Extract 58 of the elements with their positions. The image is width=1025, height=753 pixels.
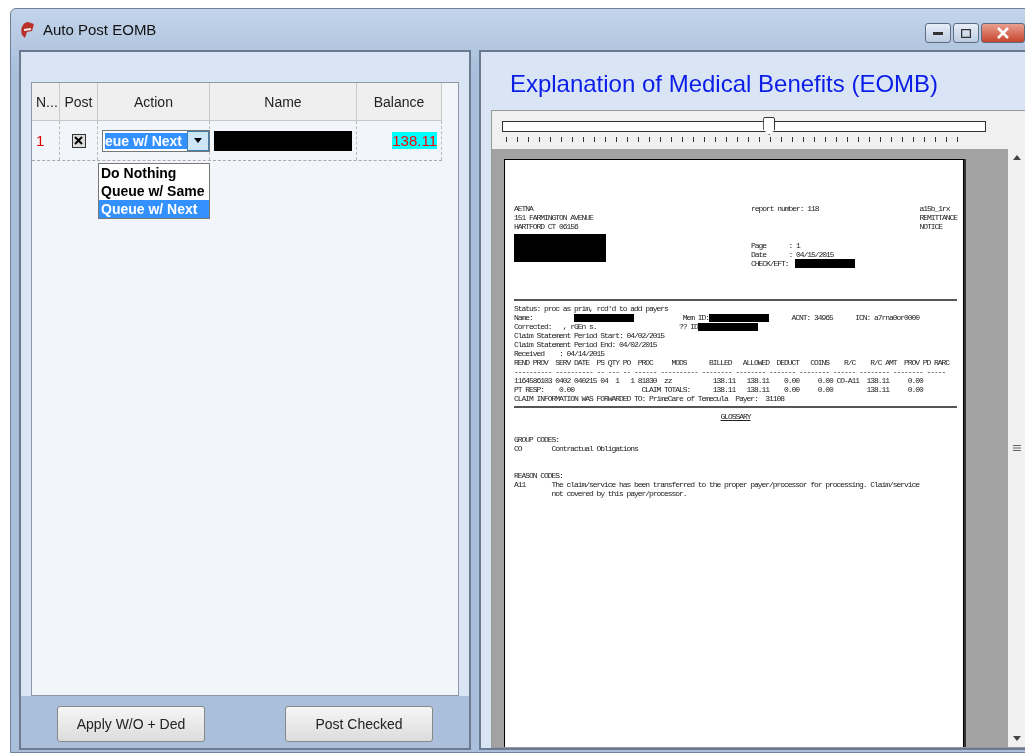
claim-text: CLAIM INFORMATION WAS FORWARDED TO: PrimeCare of Temecula Payer: 31108 xyxy=(514,394,785,403)
report-number: report number: 118 xyxy=(751,204,820,213)
glossary-text: CO Contractual Obligations xyxy=(514,444,639,453)
app-logo-icon xyxy=(19,20,35,39)
column-header[interactable]: Name xyxy=(210,83,357,121)
glossary-heading: GROUP CODES: xyxy=(514,435,560,444)
window-title: Auto Post EOMB xyxy=(43,21,157,38)
maximize-icon xyxy=(961,28,971,38)
close-button[interactable] xyxy=(981,23,1025,43)
minimize-icon xyxy=(933,31,943,35)
scroll-up-icon[interactable] xyxy=(1013,155,1021,160)
claim-text: Status: proc as prim, rcd'd to add payers xyxy=(514,304,668,313)
glossary-title: GLOSSARY xyxy=(719,412,752,421)
claim-text: Claim Statement Period End: 04/02/2015 xyxy=(514,340,657,349)
claim-text: Mem ID: xyxy=(681,313,710,322)
claim-text: REND PROV SERV DATE PS QTY PO PROC MODS BILLED ALLOWED DEDUCT COINS R/C R/C AMT PROV PD RARC xyxy=(514,358,950,367)
claim-text: ACNT: 34965 ICN: a7rna0or0000 xyxy=(790,313,920,322)
page-info: CHECK/EFT: xyxy=(751,259,789,268)
claim-text: Corrected: , rGEn s. ?? ID xyxy=(514,322,698,331)
glossary-heading: REASON CODES: xyxy=(514,471,564,480)
action-button[interactable]: Apply W/O + Ded xyxy=(57,706,205,742)
zoom-slider[interactable] xyxy=(502,115,986,135)
page-info: Page : 1 xyxy=(751,241,800,250)
claim-text: ---------- ---------- -- --- -- ------ ---------- -------- -------- ------- -------- ------ -------- -------- ----- xyxy=(514,367,946,376)
row-number: 1 xyxy=(36,132,45,149)
caret-icon xyxy=(194,138,202,143)
glossary-text: not covered by this payer/processor. xyxy=(550,489,688,498)
redaction-bar xyxy=(709,313,770,322)
column-header[interactable]: Action xyxy=(98,83,210,121)
scroll-down-icon[interactable] xyxy=(1013,736,1021,741)
notice-label: a15b_1rx xyxy=(919,204,951,213)
claim-text: PT RESP: 0.00 CLAIM TOTALS: 138.11 138.11 0.00 0.00 138.11 0.00 xyxy=(514,385,923,394)
column-header[interactable]: N... xyxy=(32,83,60,121)
claim-text: Received : 04/14/2015 xyxy=(514,349,605,358)
redaction-bar xyxy=(574,313,634,322)
close-icon xyxy=(997,27,1009,39)
scroll-grip-icon xyxy=(1013,445,1021,451)
notice-label: NOTICE xyxy=(919,222,944,231)
claim-text: Name: xyxy=(514,313,534,322)
viewer-title: Explanation of Medical Benefits (EOMB) xyxy=(508,69,940,99)
column-header[interactable]: Post xyxy=(60,83,98,121)
payer-address: 151 FARMINGTON AVENUE xyxy=(514,213,595,222)
column-header[interactable]: Balance xyxy=(357,83,442,121)
glossary-text: A11 The claim/service has been transferred to the proper payer/processor for processing. Claim/service xyxy=(514,480,921,489)
balance-value: 138.11 xyxy=(392,132,437,149)
post-checkbox[interactable] xyxy=(71,133,86,148)
vertical-scrollbar[interactable] xyxy=(1008,149,1025,747)
action-button[interactable]: Post Checked xyxy=(285,706,433,742)
maximize-button[interactable] xyxy=(953,23,979,43)
notice-label: REMITTANCE xyxy=(919,213,957,222)
payer-address: HARTFORD CT 06156 xyxy=(514,222,580,231)
claim-text: Claim Statement Period Start: 04/02/2015 xyxy=(514,331,665,340)
page-info: Date : 04/15/2015 xyxy=(751,250,834,259)
payer-address: AETNA xyxy=(514,204,535,213)
redaction-bar xyxy=(697,322,758,331)
claim-text: 1164586103 0402 040215 04 1 1 81830 zz 138.11 138.11 0.00 0.00 CO-A11 138.11 0.00 xyxy=(514,376,923,385)
slider-thumb[interactable] xyxy=(763,117,776,135)
minimize-button[interactable] xyxy=(925,23,951,43)
